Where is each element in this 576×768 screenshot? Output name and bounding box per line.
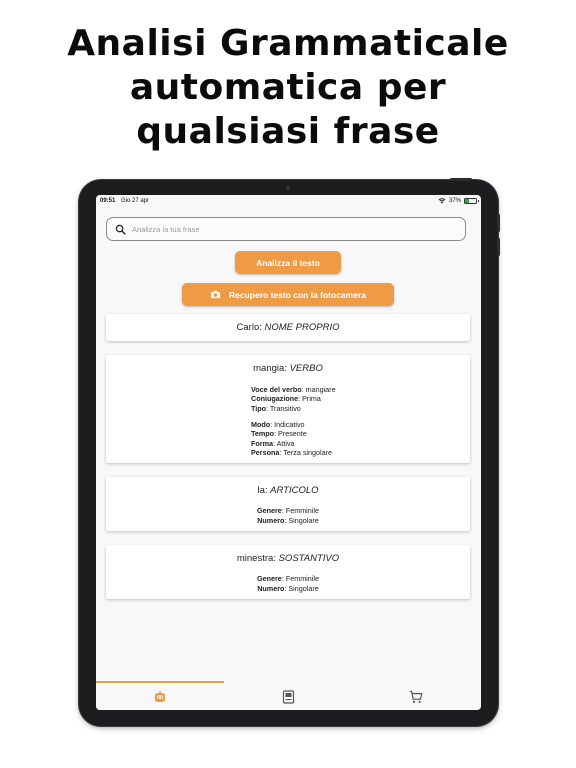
result-card-minestra: minestra: SOSTANTIVO Genere: Femminile N… — [106, 545, 470, 599]
detail-row: Genere: Femminile — [257, 574, 319, 583]
detail-row: Persona: Terza singolare — [251, 447, 332, 457]
analyze-text-label: Analizza il testo — [256, 257, 320, 268]
status-bar: 09:51 Gio 27 apr 37% — [96, 195, 481, 209]
status-date: Gio 27 apr — [121, 198, 150, 204]
tab-dictionary[interactable] — [224, 685, 352, 709]
app-screen: 09:51 Gio 27 apr 37% Analizza la tua fra… — [96, 195, 481, 710]
noun-details: Genere: Femminile Numero: Singolare — [106, 574, 470, 594]
battery-fill — [465, 199, 470, 203]
detail-row: Voce del verbo: mangiare — [251, 385, 336, 394]
detail-row: Genere: Femminile — [257, 506, 319, 515]
tab-shop[interactable] — [352, 685, 480, 709]
result-card-la: la: ARTICOLO Genere: Femminile Numero: S… — [106, 477, 470, 531]
detail-row: Numero: Singolare — [257, 583, 319, 593]
word-category: ARTICOLO — [270, 485, 319, 496]
detail-row: Coniugazione: Prima — [251, 394, 321, 404]
cart-icon — [409, 690, 423, 703]
camera-icon — [211, 290, 220, 299]
detail-row: Numero: Singolare — [257, 515, 319, 525]
status-indicators: 37% — [438, 198, 479, 204]
word: minestra — [236, 553, 274, 564]
front-camera — [286, 186, 290, 190]
tablet-volume-up-button — [497, 214, 500, 232]
word: mangia — [253, 363, 285, 374]
word-heading: la: ARTICOLO — [257, 485, 319, 496]
search-placeholder: Analizza la tua frase — [132, 224, 200, 234]
word-category: NOME PROPRIO — [264, 322, 340, 333]
robot-icon — [155, 690, 165, 702]
promo-title: Analisi Grammaticale automatica per qual… — [0, 22, 576, 154]
detail-row: Forma: Attiva — [251, 438, 295, 448]
detail-row: Modo: Indicativo — [251, 420, 305, 429]
camera-text-button[interactable]: Recupero testo con la fotocamera — [182, 283, 394, 306]
battery-tip — [477, 200, 479, 202]
word: la — [257, 485, 265, 496]
word: Carlo — [236, 322, 260, 333]
analyze-text-button[interactable]: Analizza il testo — [235, 251, 341, 274]
article-details: Genere: Femminile Numero: Singolare — [106, 506, 470, 526]
result-card-mangia: mangia: VERBO Voce del verbo: mangiare C… — [106, 355, 470, 463]
verb-details-group-2: Modo: Indicativo Tempo: Presente Forma: … — [251, 420, 332, 457]
word-heading: mangia: VERBO — [253, 363, 323, 374]
promo-title-line: automatica per — [129, 67, 447, 108]
detail-row: Tipo: Transitivo — [251, 403, 301, 413]
promo-title-line: qualsiasi frase — [136, 111, 440, 152]
tab-bar — [96, 681, 481, 710]
camera-text-label: Recupero testo con la fotocamera — [229, 289, 366, 300]
search-input[interactable]: Analizza la tua frase — [106, 217, 466, 241]
word-category: VERBO — [289, 363, 323, 374]
tablet-volume-down-button — [497, 238, 500, 256]
active-tab-indicator — [96, 681, 224, 683]
book-icon — [282, 690, 294, 704]
status-time: 09:51 — [100, 198, 116, 204]
word-heading: Carlo: NOME PROPRIO — [236, 322, 340, 333]
search-icon — [115, 224, 126, 235]
tab-analysis[interactable] — [96, 685, 224, 709]
detail-row: Tempo: Presente — [251, 429, 307, 439]
promo-title-line: Analisi Grammaticale — [67, 23, 509, 64]
battery-icon — [464, 198, 479, 204]
word-category: SOSTANTIVO — [278, 553, 340, 564]
battery-percent: 37% — [448, 198, 461, 204]
wifi-icon — [438, 198, 446, 204]
verb-details-group-1: Voce del verbo: mangiare Coniugazione: P… — [251, 385, 336, 413]
word-heading: minestra: SOSTANTIVO — [236, 553, 340, 564]
result-card-carlo: Carlo: NOME PROPRIO — [106, 314, 470, 341]
tablet-top-button — [450, 178, 472, 181]
